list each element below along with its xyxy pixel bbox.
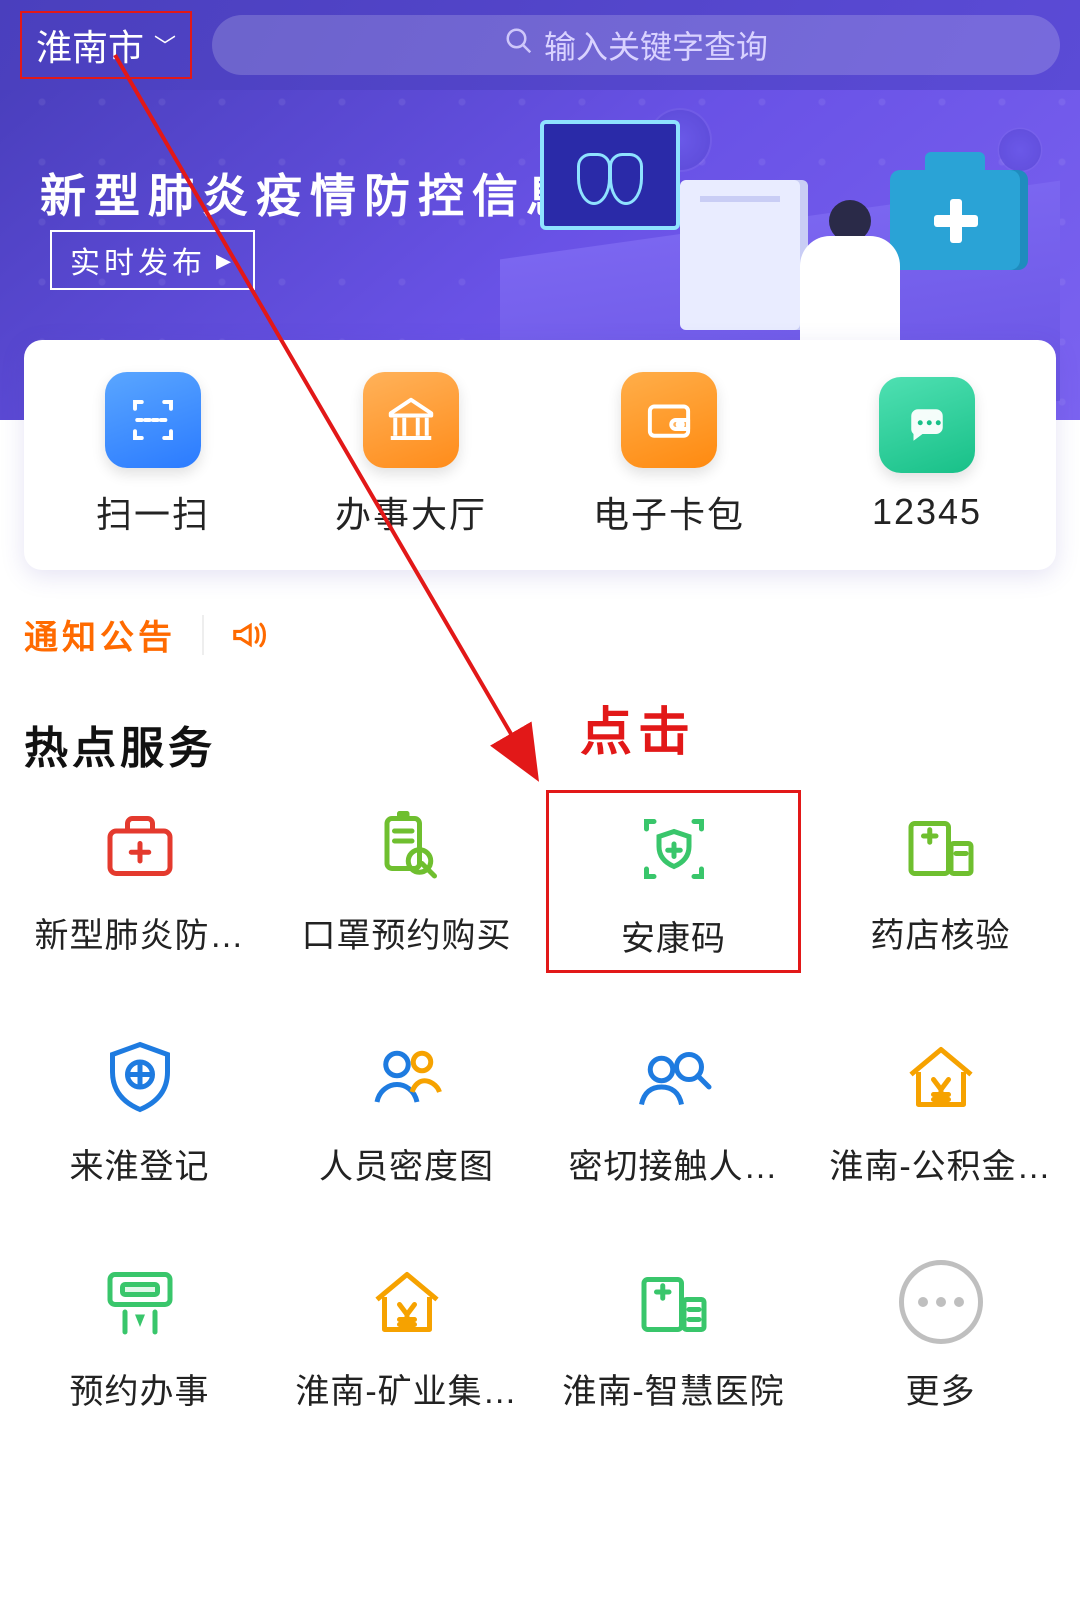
quick-label: 办事大厅	[335, 486, 487, 538]
medkit-icon	[94, 800, 186, 892]
svc-contact-trace[interactable]: 密切接触人…	[546, 1021, 801, 1198]
more-icon	[895, 1256, 987, 1348]
svc-label: 药店核验	[871, 908, 1011, 957]
svc-label: 淮南-智慧医院	[562, 1364, 784, 1413]
svc-smart-hospital[interactable]: 淮南-智慧医院	[546, 1246, 801, 1423]
city-picker[interactable]: 淮南市 ﹀	[20, 11, 192, 79]
city-name: 淮南市	[36, 19, 144, 71]
atm-icon	[94, 1256, 186, 1348]
mask-icon	[361, 800, 453, 892]
search-input[interactable]: 输入关键字查询	[212, 15, 1060, 75]
quick-label: 电子卡包	[593, 486, 745, 538]
svc-arrival-register[interactable]: 来淮登记	[12, 1021, 267, 1198]
svc-label: 口罩预约购买	[302, 908, 512, 957]
svc-label: 更多	[906, 1364, 976, 1413]
svc-covid-info[interactable]: 新型肺炎防…	[12, 790, 267, 973]
svc-ankang-code[interactable]: 安康码	[546, 790, 801, 973]
services-grid: 新型肺炎防… 口罩预约购买 安康码	[0, 790, 1080, 1423]
quick-actions-card: 扫一扫 办事大厅 电子卡包 12345	[24, 340, 1056, 570]
quick-hall[interactable]: 办事大厅	[287, 372, 535, 538]
quick-label: 扫一扫	[96, 486, 210, 538]
wallet-icon	[621, 372, 717, 468]
monitor-icon	[540, 120, 680, 230]
svc-label: 人员密度图	[319, 1139, 494, 1188]
quick-scan[interactable]: 扫一扫	[29, 372, 277, 538]
banner-title: 新型肺炎疫情防控信息	[40, 160, 580, 226]
notice-bar[interactable]: 通知公告	[24, 610, 268, 659]
hospital-icon	[628, 1256, 720, 1348]
svc-label: 淮南-公积金…	[829, 1139, 1051, 1188]
search-icon	[504, 26, 534, 65]
banner-cta-button[interactable]: 实时发布 ▸	[50, 230, 255, 290]
divider	[202, 615, 204, 655]
people-icon	[361, 1031, 453, 1123]
notice-label: 通知公告	[24, 610, 176, 659]
scan-icon	[105, 372, 201, 468]
svc-density-map[interactable]: 人员密度图	[279, 1021, 534, 1198]
quick-label: 12345	[872, 491, 982, 533]
chat-icon	[879, 377, 975, 473]
svc-more[interactable]: 更多	[813, 1246, 1068, 1423]
search-placeholder: 输入关键字查询	[544, 22, 768, 68]
shield-scan-icon	[628, 803, 720, 895]
target-icon	[94, 1031, 186, 1123]
quick-hotline[interactable]: 12345	[803, 377, 1051, 533]
play-icon: ▸	[216, 243, 235, 278]
svc-label: 来淮登记	[70, 1139, 210, 1188]
svc-mining-group[interactable]: 淮南-矿业集…	[279, 1246, 534, 1423]
pharmacy-icon	[895, 800, 987, 892]
section-title-hot: 热点服务	[24, 712, 216, 776]
svc-housing-fund[interactable]: 淮南-公积金…	[813, 1021, 1068, 1198]
svc-appointment[interactable]: 预约办事	[12, 1246, 267, 1423]
banner-cta-label: 实时发布	[70, 238, 206, 282]
cabinet-icon	[680, 180, 800, 330]
svc-label: 新型肺炎防…	[35, 908, 245, 957]
svc-label: 预约办事	[70, 1364, 210, 1413]
annotation-click-label: 点击	[580, 690, 696, 765]
chevron-down-icon: ﹀	[154, 29, 176, 61]
hall-icon	[363, 372, 459, 468]
fund-house-icon	[895, 1031, 987, 1123]
svc-label: 密切接触人…	[569, 1139, 779, 1188]
header-bar: 淮南市 ﹀ 输入关键字查询	[0, 0, 1080, 90]
svc-mask-booking[interactable]: 口罩预约购买	[279, 790, 534, 973]
svc-pharmacy-verify[interactable]: 药店核验	[813, 790, 1068, 973]
speaker-icon	[230, 616, 268, 654]
yen-house-icon	[361, 1256, 453, 1348]
svc-label: 淮南-矿业集…	[295, 1364, 517, 1413]
contact-search-icon	[628, 1031, 720, 1123]
quick-wallet[interactable]: 电子卡包	[545, 372, 793, 538]
svc-label: 安康码	[621, 911, 726, 960]
